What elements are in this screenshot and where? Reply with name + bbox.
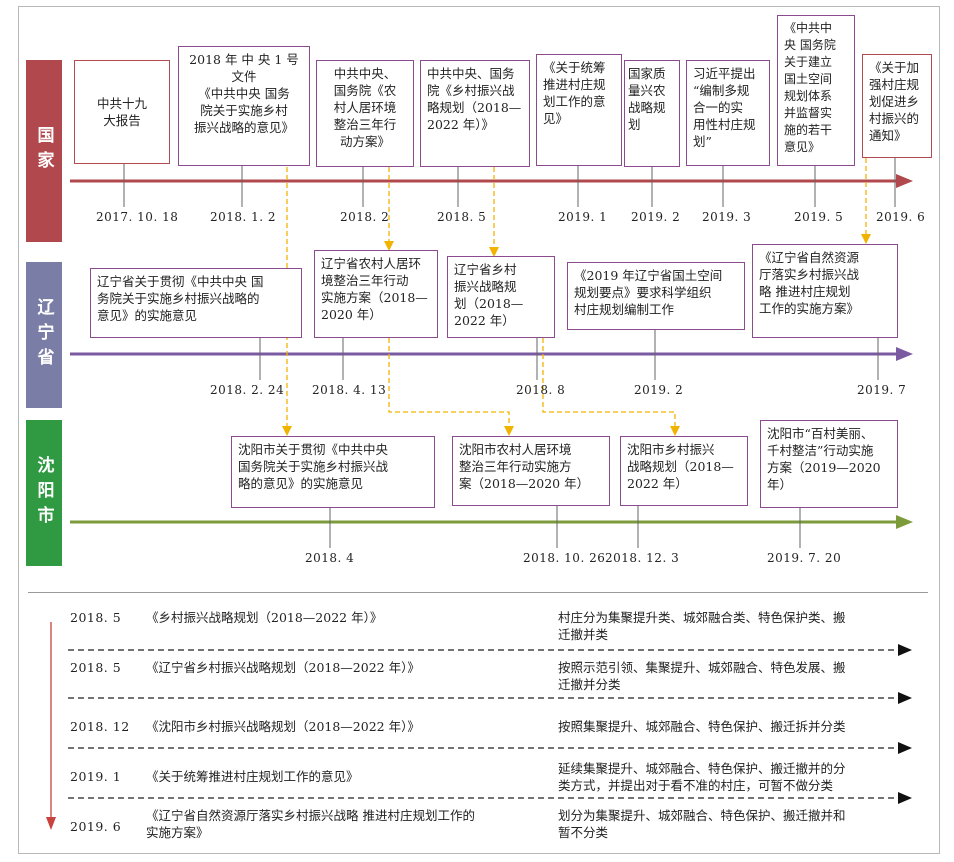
national-date: 2019. 1 [558, 210, 608, 224]
province-event-box: 辽宁省乡村 振兴战略规 划（2018— 2022 年） [447, 256, 555, 338]
classification-desc: 村庄分为集聚提升类、城郊融合类、特色保护类、搬 迁撤并类 [558, 610, 846, 642]
national-event-box: 国家质 量兴农 战略规划 [624, 60, 680, 167]
province-date: 2018. 4. 13 [312, 383, 387, 397]
national-date: 2019. 2 [631, 210, 681, 224]
province-event-box: 辽宁省关于贯彻《中共中央 国 务院关于实施乡村振兴战略的 意见》的实施意见 [90, 268, 302, 338]
classification-date: 2018. 12 [70, 719, 130, 734]
city-date: 2018. 4 [305, 551, 355, 565]
province-date: 2019. 7 [857, 383, 907, 397]
province-event-box: 《2019 年辽宁省国土空间 规划要点》要求科学组织 村庄规划编制工作 [567, 262, 745, 330]
national-event-box: 中共中央、 国务院《农 村人居环境 整治三年行 动方案》 [316, 60, 414, 167]
classification-title: 《辽宁省乡村振兴战略规划（2018—2022 年）》 [146, 660, 420, 675]
national-date: 2018. 2 [340, 210, 390, 224]
classification-date: 2019. 6 [70, 819, 122, 834]
classification-desc: 划分为集聚提升、城郊融合、特色保护、搬迁撤并和 暂不分类 [558, 808, 846, 840]
section-divider [28, 592, 928, 593]
city-ticks [329, 506, 801, 548]
province-event-box: 《辽宁省自然资源 厅落实乡村振兴战 略 推进村庄规划 工作的实施方案》 [752, 244, 898, 338]
national-event-box: 《关于统筹 推进村庄规 划工作的意 见》 [536, 54, 622, 166]
national-event-box: 2018 年 中 央 1 号 文件 《中共中央 国务 院关于实施乡村 振兴战略的… [178, 46, 310, 166]
national-date: 2017. 10. 18 [96, 210, 179, 224]
city-event-box: 沈阳市乡村振兴 战略规划（2018— 2022 年） [620, 436, 748, 506]
classification-divider-arrows [898, 644, 912, 804]
city-date: 2018. 12. 3 [605, 551, 680, 565]
province-date: 2018. 8 [516, 383, 566, 397]
classification-title: 《沈阳市乡村振兴战略规划（2018—2022 年）》 [146, 719, 420, 734]
national-event-box: 《关于加 强村庄规 划促进乡 村振兴的 通知》 [862, 54, 932, 158]
national-date: 2018. 1. 2 [210, 210, 277, 224]
classification-date: 2019. 1 [70, 769, 122, 784]
band-city: 沈阳市 [26, 420, 62, 566]
province-date: 2018. 2. 24 [210, 383, 285, 397]
province-axis-arrow [896, 347, 913, 361]
city-axis-arrow [896, 515, 913, 529]
national-event-box: 《中共中 央 国务院 关于建立 国土空间 规划体系 并监督实 施的若干 意见》 [777, 15, 855, 166]
band-national: 国家 [26, 60, 62, 242]
classification-title: 《辽宁省自然资源厅落实乡村振兴战略 推进村庄规划工作的 实施方案》 [146, 808, 475, 840]
classification-desc: 延续集聚提升、城郊融合、特色保护、搬迁撤并的分 类方式，并提出对于看不准的村庄，… [558, 761, 846, 793]
classification-date: 2018. 5 [70, 610, 122, 625]
national-event-box: 中共中央、国务 院《乡村振兴战 略规划（2018— 2022 年）》 [420, 60, 530, 167]
national-axis-arrow [896, 174, 913, 188]
classification-desc: 按照集聚提升、城郊融合、特色保护、搬迁拆并分类 [558, 719, 846, 734]
classification-title: 《乡村振兴战略规划（2018—2022 年）》 [146, 610, 383, 625]
national-date: 2019. 6 [876, 210, 926, 224]
city-date: 2019. 7. 20 [767, 551, 842, 565]
national-date: 2019. 5 [794, 210, 844, 224]
province-event-box: 辽宁省农村人居环 境整治三年行动 实施方案（2018— 2020 年） [314, 250, 438, 338]
city-event-box: 沈阳市“百村美丽、 千村整洁”行动实施 方案（2019—2020 年） [760, 420, 898, 508]
band-province: 辽宁省 [26, 262, 62, 408]
national-event-box: 习近平提出 “编制多规 合一的实 用性村庄规 划” [686, 60, 770, 166]
city-date: 2018. 10. 26 [523, 551, 606, 565]
classification-desc: 按照示范引领、集聚提升、城郊融合、特色发展、搬 迁撤并分类 [558, 660, 846, 692]
classification-title: 《关于统筹推进村庄规划工作的意见》 [146, 769, 359, 784]
national-date: 2019. 3 [702, 210, 752, 224]
classification-date: 2018. 5 [70, 660, 122, 675]
province-date: 2019. 2 [634, 383, 684, 397]
national-date: 2018. 5 [437, 210, 487, 224]
city-event-box: 沈阳市农村人居环境 整治三年行动实施方 案（2018—2020 年） [452, 436, 610, 506]
city-event-box: 沈阳市关于贯彻《中共中央 国务院关于实施乡村振兴战 略的意见》的实施意见 [231, 436, 435, 508]
classification-down-arrow [46, 817, 56, 830]
national-event-box: 中共十九 大报告 [74, 60, 170, 164]
